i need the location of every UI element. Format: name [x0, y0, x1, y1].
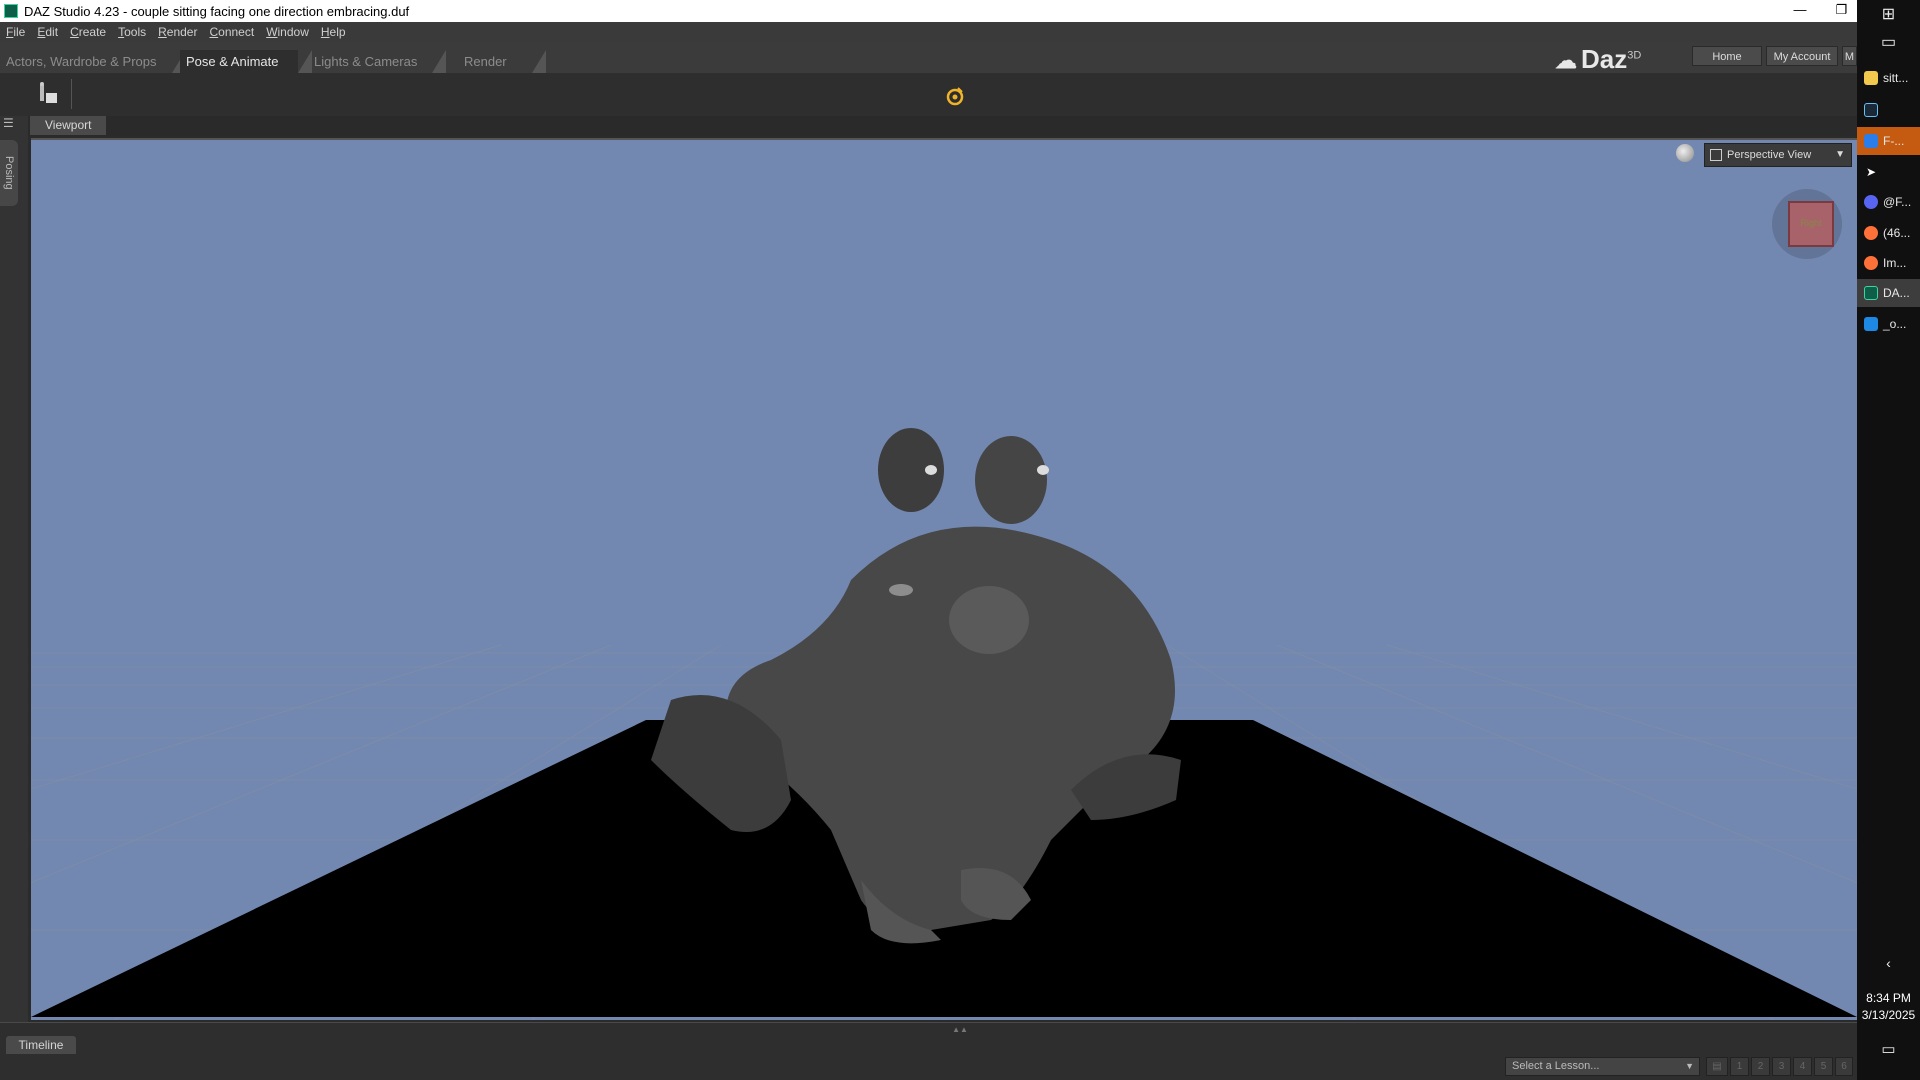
- menu-render[interactable]: Render: [152, 25, 203, 39]
- viewport-tab-bar: [28, 116, 1857, 136]
- tab-viewport[interactable]: Viewport: [30, 116, 106, 135]
- firefox-icon: [1864, 226, 1878, 240]
- notification-center-icon[interactable]: ▭: [1857, 1040, 1920, 1058]
- menu-edit[interactable]: Edit: [31, 25, 64, 39]
- tab-render[interactable]: Render: [456, 50, 546, 73]
- minimize-button[interactable]: —: [1780, 0, 1820, 22]
- menu-window[interactable]: Window: [260, 25, 315, 39]
- chevron-down-icon: ▼: [1835, 149, 1845, 160]
- sticky-note-icon: [1864, 71, 1878, 85]
- daz-logo: ☁ Daz3D: [1555, 44, 1642, 74]
- taskbar-item-firefox-1[interactable]: (46...: [1857, 219, 1920, 247]
- taskbar-clock[interactable]: 8:34 PM 3/13/2025: [1857, 990, 1920, 1024]
- tab-pose-animate[interactable]: Pose & Animate: [180, 50, 312, 73]
- tab-lights-cameras[interactable]: Lights & Cameras: [308, 50, 446, 73]
- restore-button[interactable]: ❐: [1826, 0, 1857, 22]
- my-account-button[interactable]: My Account: [1766, 46, 1838, 66]
- toolbar-divider: [71, 79, 72, 109]
- view-grid-icon: [1710, 149, 1722, 161]
- chevron-left-icon[interactable]: ‹: [1857, 955, 1920, 971]
- taskbar-item-edge[interactable]: F-...: [1857, 127, 1920, 155]
- lesson-select[interactable]: Select a Lesson... ▼: [1505, 1057, 1700, 1076]
- viewport-canvas[interactable]: [31, 138, 1857, 1020]
- menu-create[interactable]: Create: [64, 25, 112, 39]
- taskbar-item-cursor-app[interactable]: ➤: [1857, 158, 1920, 186]
- home-button[interactable]: Home: [1692, 46, 1762, 66]
- lesson-page-3[interactable]: 3: [1772, 1057, 1791, 1076]
- tab-timeline[interactable]: Timeline: [6, 1036, 76, 1054]
- window-title: DAZ Studio 4.23 - couple sitting facing …: [24, 3, 410, 19]
- lesson-page-4[interactable]: 4: [1793, 1057, 1812, 1076]
- steam-icon: [1864, 103, 1878, 117]
- taskbar-item-daz-studio[interactable]: DA...: [1857, 279, 1920, 307]
- left-panel-strip: ☰: [0, 116, 28, 1026]
- figure-tool-icon[interactable]: [34, 81, 60, 107]
- view-cube[interactable]: Right: [1772, 189, 1842, 259]
- image-editor-icon: [1864, 317, 1878, 331]
- pane-splitter-handle[interactable]: ▲▲: [935, 1025, 985, 1034]
- taskbar-item-steam[interactable]: [1857, 96, 1920, 124]
- firefox-icon: [1864, 256, 1878, 270]
- title-bar: DAZ Studio 4.23 - couple sitting facing …: [0, 0, 1857, 22]
- clock-date: 3/13/2025: [1861, 1008, 1916, 1022]
- lesson-page-1[interactable]: 1: [1730, 1057, 1749, 1076]
- taskbar-item-image-editor[interactable]: _o...: [1857, 310, 1920, 338]
- taskbar-item-firefox-2[interactable]: Im...: [1857, 249, 1920, 277]
- menu-file[interactable]: File: [0, 25, 31, 39]
- chevron-down-icon: ▼: [1685, 1061, 1694, 1071]
- view-cube-face[interactable]: Right: [1788, 201, 1834, 247]
- task-view-icon[interactable]: ▭: [1857, 32, 1920, 52]
- panel-menu-icon[interactable]: ☰: [3, 116, 17, 130]
- lesson-page-5[interactable]: 5: [1814, 1057, 1833, 1076]
- daz-icon: [1864, 286, 1878, 300]
- windows-start-icon[interactable]: ⊞: [1857, 4, 1920, 24]
- lesson-page-6[interactable]: 6: [1835, 1057, 1853, 1076]
- clock-time: 8:34 PM: [1866, 991, 1911, 1005]
- menu-connect[interactable]: Connect: [203, 25, 260, 39]
- lesson-list-icon[interactable]: ▤: [1706, 1057, 1728, 1076]
- toolbar: [0, 73, 1857, 116]
- taskbar-item-discord[interactable]: @F...: [1857, 188, 1920, 216]
- edge-icon: [1864, 134, 1878, 148]
- viewport-scene: [31, 428, 1857, 1020]
- menu-bar: File Edit Create Tools Render Connect Wi…: [0, 22, 1857, 42]
- tab-posing[interactable]: Posing: [0, 140, 18, 206]
- windows-taskbar: ⊞ ▭ sitt... F-... ➤ @F... (46... Im... D…: [1857, 0, 1920, 1080]
- daz-logo-icon: ☁: [1555, 48, 1577, 73]
- tab-actors-wardrobe-props[interactable]: Actors, Wardrobe & Props: [0, 50, 186, 73]
- menu-help[interactable]: Help: [315, 25, 352, 39]
- active-pose-tool-icon[interactable]: [944, 85, 966, 107]
- discord-icon: [1864, 195, 1878, 209]
- more-button[interactable]: M: [1842, 46, 1857, 66]
- arrow-cursor-icon: ➤: [1865, 165, 1877, 179]
- perspective-view-select[interactable]: Perspective View ▼: [1704, 143, 1852, 167]
- daz-app-icon: [4, 4, 18, 18]
- camera-orbit-icon[interactable]: [1676, 144, 1694, 162]
- menu-tools[interactable]: Tools: [112, 25, 152, 39]
- lesson-page-2[interactable]: 2: [1751, 1057, 1770, 1076]
- taskbar-item-sticky-notes[interactable]: sitt...: [1857, 64, 1920, 92]
